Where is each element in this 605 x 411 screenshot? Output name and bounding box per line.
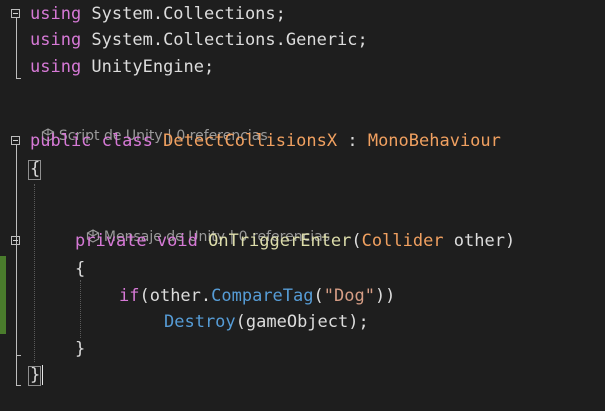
- text-caret: [42, 365, 43, 385]
- fold-toggle-class[interactable]: [11, 136, 20, 145]
- method-declaration[interactable]: private void OnTriggerEnter(Collider oth…: [75, 230, 515, 252]
- method-open-brace[interactable]: {: [75, 258, 85, 280]
- change-marker: [0, 256, 6, 334]
- fold-line-method: [16, 245, 17, 355]
- fold-line-usings: [16, 18, 17, 78]
- code-line-3[interactable]: using UnityEngine;: [30, 56, 214, 78]
- code-line-1[interactable]: using System.Collections;: [30, 3, 286, 25]
- method-close-brace[interactable]: }: [75, 338, 85, 360]
- code-line-2[interactable]: using System.Collections.Generic;: [30, 29, 368, 51]
- destroy-statement[interactable]: Destroy(gameObject);: [164, 311, 369, 333]
- fold-toggle-method[interactable]: [11, 236, 20, 245]
- fold-toggle-usings[interactable]: [11, 9, 20, 18]
- if-statement[interactable]: if(other.CompareTag("Dog")): [119, 285, 395, 307]
- indent-guide: [80, 280, 81, 338]
- class-declaration[interactable]: public class DetectCollisionsX : MonoBeh…: [30, 130, 501, 152]
- codelens-method[interactable]: Mensaje de Unity | 0 referencias: [77, 210, 330, 245]
- indent-guide: [34, 184, 35, 362]
- codelens-class[interactable]: Script de Unity | 0 referencias: [32, 109, 268, 144]
- brace-match-highlight: [28, 366, 41, 386]
- brace-match-highlight: [28, 160, 41, 180]
